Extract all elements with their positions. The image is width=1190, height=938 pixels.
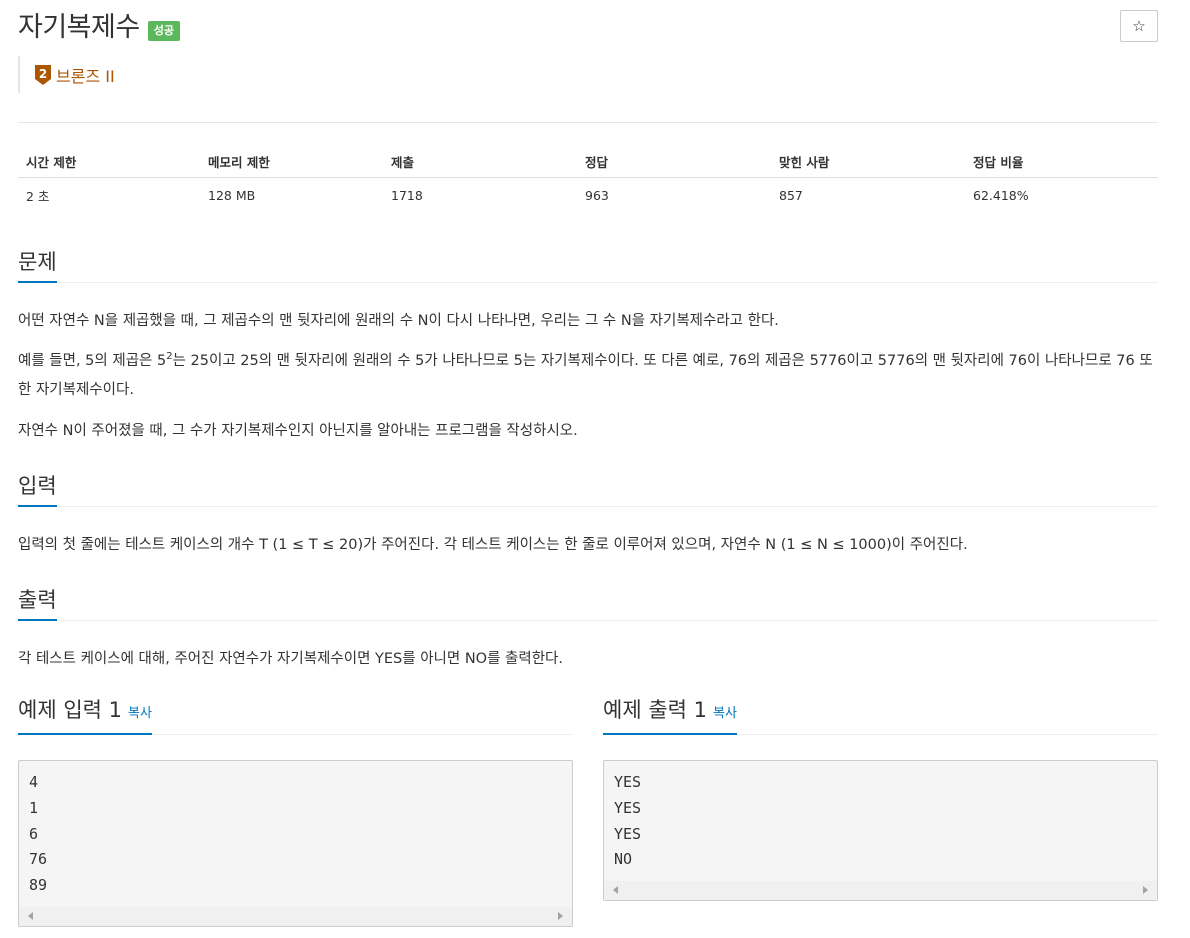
svg-text:2: 2 xyxy=(39,67,47,81)
sample-input-text: 4 1 6 76 89 xyxy=(29,770,47,899)
sample-line: 4 xyxy=(29,773,39,791)
copy-output-button[interactable]: 복사 xyxy=(713,706,737,721)
sample-output-header: 예제 출력 1 복사 xyxy=(603,698,1158,735)
scroll-left-icon[interactable] xyxy=(613,886,618,894)
scroll-right-icon[interactable] xyxy=(1143,886,1148,894)
horizontal-scrollbar[interactable] xyxy=(19,907,572,926)
info-header-row: 시간 제한 메모리 제한 제출 정답 맞힌 사람 정답 비율 xyxy=(18,146,1158,178)
result-badge: 성공 xyxy=(147,21,180,41)
time-limit: 2 초 xyxy=(26,188,50,204)
section-title: 입력 xyxy=(18,473,57,507)
scroll-left-icon[interactable] xyxy=(28,912,33,920)
title-row: 자기복제수 성공 xyxy=(18,10,180,46)
copy-input-button[interactable]: 복사 xyxy=(128,706,152,721)
section-title: 예제 출력 1 복사 xyxy=(603,697,737,735)
column-header: 정답 비율 xyxy=(965,146,1158,178)
info-value-row: 2 초 128 MB 1718 963 857 62.418% xyxy=(18,178,1158,213)
sample-input-box[interactable]: 4 1 6 76 89 xyxy=(18,760,573,927)
tier-info: 2 브론즈 II xyxy=(18,56,115,93)
divider xyxy=(18,122,1158,123)
memory-limit: 128 MB xyxy=(208,187,256,203)
tier-label: 브론즈 II xyxy=(56,66,115,86)
problem-section-header: 문제 xyxy=(18,246,1158,283)
sample-line: 76 xyxy=(29,850,48,869)
column-header: 정답 xyxy=(577,146,771,178)
input-section-header: 입력 xyxy=(18,470,1158,507)
column-header: 맞힌 사람 xyxy=(771,146,965,178)
problem-info-table: 시간 제한 메모리 제한 제출 정답 맞힌 사람 정답 비율 2 초 128 M… xyxy=(18,146,1158,212)
column-header: 메모리 제한 xyxy=(200,146,383,178)
section-title: 출력 xyxy=(18,587,57,621)
page-title: 자기복제수 xyxy=(18,12,140,43)
scroll-right-icon[interactable] xyxy=(558,912,563,920)
sample-line: YES xyxy=(614,798,642,817)
sample-input-header: 예제 입력 1 복사 xyxy=(18,698,573,735)
accepted-count: 963 xyxy=(585,187,609,203)
problem-task: 자연수 N이 주어졌을 때, 그 수가 자기복제수인지 아닌지를 알아내는 프로… xyxy=(18,423,578,439)
horizontal-scrollbar[interactable] xyxy=(604,881,1157,900)
sample-line: YES xyxy=(614,773,642,791)
output-description: 각 테스트 케이스에 대해, 주어진 자연수가 자기복제수이면 YES를 아니면… xyxy=(18,651,564,667)
sample-line: 89 xyxy=(29,876,48,895)
output-section-header: 출력 xyxy=(18,584,1158,621)
sample-line: 6 xyxy=(29,824,39,843)
column-header: 제출 xyxy=(383,146,577,178)
problem-description: 어떤 자연수 N을 제곱했을 때, 그 제곱수의 맨 뒷자리에 원래의 수 N이… xyxy=(18,313,779,329)
sample-line: NO xyxy=(614,850,633,869)
section-title: 예제 입력 1 복사 xyxy=(18,697,152,735)
star-icon: ☆ xyxy=(1132,17,1146,35)
problem-example-paragraph: 예를 들면, 5의 제곱은 52는 25이고 25의 맨 뒷자리에 원래의 수 … xyxy=(18,351,1153,398)
solver-count: 857 xyxy=(779,187,803,203)
sample-line: YES xyxy=(614,824,642,843)
section-title: 문제 xyxy=(18,249,57,283)
input-description: 입력의 첫 줄에는 테스트 케이스의 개수 T (1 ≤ T ≤ 20)가 주어… xyxy=(18,537,968,553)
column-header: 시간 제한 xyxy=(18,146,200,178)
sample-line: 1 xyxy=(29,798,39,817)
tier-badge-icon: 2 xyxy=(35,64,51,85)
sample-output-box[interactable]: YES YES YES NO xyxy=(603,760,1158,901)
sample-output-text: YES YES YES NO xyxy=(614,770,641,873)
submission-count: 1718 xyxy=(391,187,423,203)
accept-ratio: 62.418% xyxy=(973,187,1029,203)
favorite-button[interactable]: ☆ xyxy=(1120,10,1158,42)
